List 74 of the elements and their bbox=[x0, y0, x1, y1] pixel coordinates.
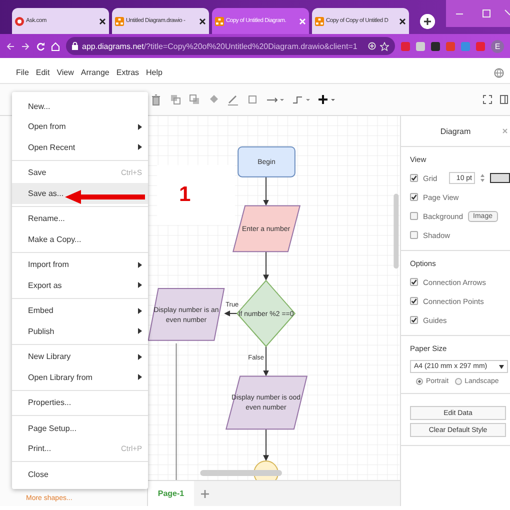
color-swatch[interactable] bbox=[490, 173, 510, 183]
trash-icon[interactable] bbox=[150, 94, 162, 106]
menu-entry[interactable]: New... bbox=[12, 96, 148, 116]
diagram-logo-icon bbox=[215, 16, 224, 26]
connector-arrow bbox=[263, 428, 270, 462]
menu-entry[interactable]: Embed bbox=[12, 300, 148, 321]
pencil-icon[interactable] bbox=[227, 94, 239, 106]
menu-entry[interactable]: Properties... bbox=[12, 392, 148, 413]
checkbox[interactable] bbox=[410, 193, 418, 201]
menu-item[interactable]: Extras bbox=[116, 68, 140, 77]
connector-arrow bbox=[263, 251, 270, 281]
fill-color-icon[interactable] bbox=[208, 94, 219, 106]
home-icon[interactable] bbox=[51, 42, 60, 50]
dropdown-caret-icon bbox=[499, 364, 504, 368]
shadow-icon[interactable] bbox=[247, 94, 258, 106]
checkbox[interactable] bbox=[410, 174, 418, 182]
menu-entry[interactable]: Make a Copy... bbox=[12, 229, 148, 250]
start-node bbox=[238, 146, 296, 178]
menu-entry[interactable]: Open Recent bbox=[12, 137, 148, 158]
lock-icon bbox=[72, 42, 78, 50]
checkbox[interactable] bbox=[410, 212, 418, 220]
panel-icon[interactable] bbox=[500, 95, 510, 104]
menu-item[interactable]: Help bbox=[146, 68, 162, 77]
radio-button[interactable] bbox=[454, 378, 462, 385]
step-number: 1 bbox=[157, 165, 235, 225]
plus-icon[interactable] bbox=[318, 94, 336, 106]
to-back-icon[interactable] bbox=[189, 94, 200, 106]
to-front-icon[interactable] bbox=[170, 94, 181, 106]
menu-item[interactable]: Edit bbox=[36, 68, 50, 77]
checkbox[interactable] bbox=[410, 316, 418, 324]
panel-title: Diagram bbox=[440, 126, 471, 136]
add-page-icon[interactable] bbox=[200, 488, 210, 498]
forward-icon[interactable] bbox=[21, 42, 30, 50]
menu-item[interactable]: View bbox=[56, 68, 74, 77]
menu-entry[interactable]: Open Library from bbox=[12, 367, 148, 388]
new-tab-icon[interactable] bbox=[420, 14, 435, 29]
url-text: app.diagrams.net/?title=Copy%20of%20Untitled%20Diagram.drawio&client=1 bbox=[82, 42, 358, 50]
waypoint-icon[interactable] bbox=[292, 94, 310, 106]
close-icon[interactable] bbox=[99, 18, 106, 24]
connector-arrow bbox=[263, 346, 270, 376]
menu-entry[interactable]: Rename... bbox=[12, 208, 148, 229]
menu-entry[interactable]: Export as bbox=[12, 275, 148, 296]
vertical-scrollbar[interactable] bbox=[394, 194, 399, 269]
back-icon[interactable] bbox=[6, 42, 15, 50]
menu-entry[interactable]: New Library bbox=[12, 346, 148, 367]
close-window-icon[interactable] bbox=[500, 0, 510, 27]
reload-icon[interactable] bbox=[36, 42, 45, 50]
ask-logo-icon bbox=[15, 16, 24, 26]
close-icon[interactable] bbox=[399, 18, 406, 24]
address-field[interactable]: app.diagrams.net/?title=Copy%20of%20Untitled%20Diagram.drawio&client=1 bbox=[66, 37, 395, 55]
checkbox[interactable] bbox=[410, 278, 418, 286]
menu-entry[interactable]: Open from bbox=[12, 116, 148, 137]
diagram-logo-icon bbox=[315, 16, 324, 26]
menu-entry[interactable]: Publish bbox=[12, 321, 148, 342]
page-tab[interactable]: Page-1 bbox=[148, 481, 194, 506]
connector-arrow bbox=[263, 176, 270, 206]
horizontal-scrollbar[interactable] bbox=[200, 470, 282, 476]
star-icon[interactable] bbox=[380, 42, 389, 50]
spinner-icon[interactable] bbox=[480, 173, 485, 183]
radio-button[interactable] bbox=[416, 378, 423, 385]
close-icon[interactable] bbox=[199, 18, 206, 24]
profile-avatar[interactable]: E bbox=[491, 40, 504, 52]
globe-icon[interactable] bbox=[494, 68, 504, 78]
add-circle-icon[interactable] bbox=[368, 42, 376, 50]
diagram-logo-icon bbox=[115, 16, 124, 26]
checkbox[interactable] bbox=[410, 297, 418, 305]
menu-entry[interactable]: Import from bbox=[12, 254, 148, 275]
menu-entry[interactable]: Close bbox=[12, 464, 148, 484]
menu-item[interactable]: File bbox=[16, 68, 29, 77]
checkbox[interactable] bbox=[410, 231, 418, 239]
connector-arrow bbox=[224, 310, 238, 316]
menu-item[interactable]: Arrange bbox=[80, 68, 110, 77]
fullscreen-icon[interactable] bbox=[483, 95, 492, 104]
menu-entry[interactable]: Page Setup... bbox=[12, 418, 148, 438]
